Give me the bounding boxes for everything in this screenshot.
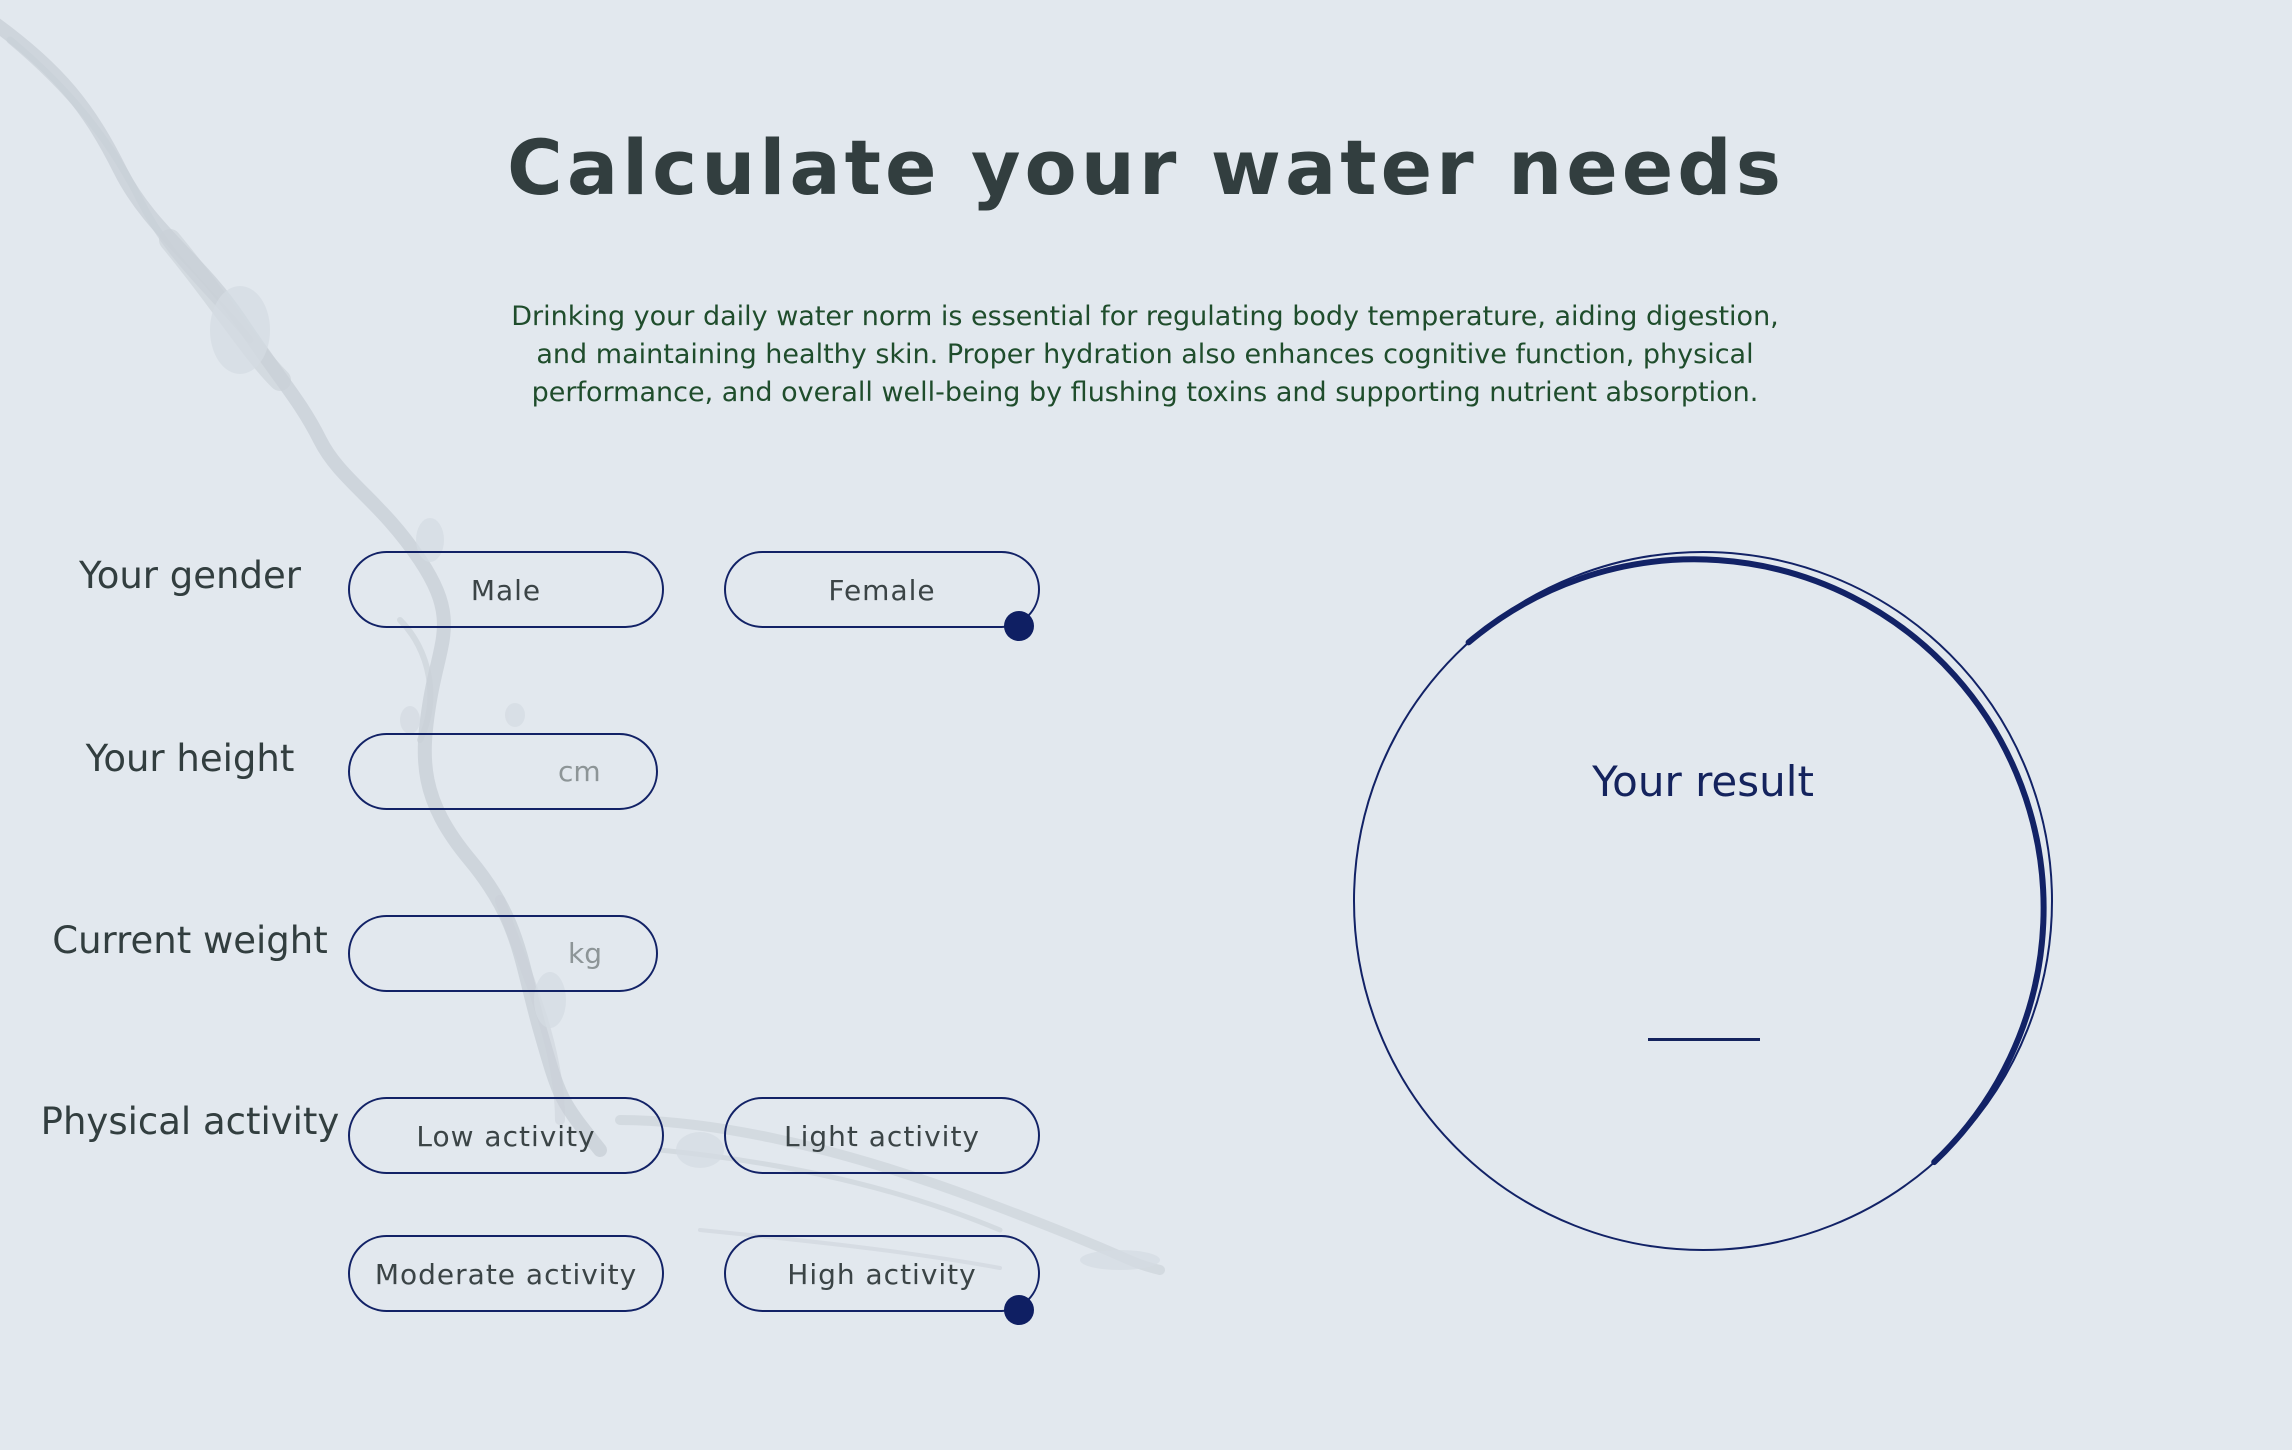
page-title: Calculate your water needs [507, 123, 1785, 212]
activity-light-label: Light activity [784, 1120, 980, 1153]
activity-light-button[interactable]: Light activity [724, 1097, 1040, 1174]
activity-low-label: Low activity [416, 1120, 596, 1153]
gender-female-label: Female [828, 574, 936, 607]
height-input[interactable] [374, 749, 548, 796]
height-unit: cm [558, 755, 601, 788]
height-field[interactable]: cm [348, 733, 658, 810]
weight-field[interactable]: kg [348, 915, 658, 992]
height-label: Your height [85, 737, 295, 780]
result-value [1648, 988, 1760, 1041]
activity-high-button[interactable]: High activity [724, 1235, 1040, 1325]
activity-moderate-button[interactable]: Moderate activity [348, 1235, 664, 1312]
intro-text: Drinking your daily water norm is essent… [511, 301, 1779, 408]
result-title: Your result [1592, 757, 1814, 806]
activity-moderate-label: Moderate activity [374, 1258, 638, 1291]
activity-low-button[interactable]: Low activity [348, 1097, 664, 1174]
result-ring [1353, 551, 2053, 1251]
weight-input[interactable] [374, 931, 548, 978]
weight-unit: kg [568, 937, 602, 970]
selected-indicator-icon [1004, 1295, 1034, 1325]
gender-male-label: Male [470, 574, 542, 607]
activity-label: Physical activity [40, 1100, 340, 1143]
selected-indicator-icon [1004, 611, 1034, 641]
gender-label: Your gender [79, 554, 301, 597]
weight-label: Current weight [52, 919, 328, 962]
activity-high-label: High activity [787, 1258, 977, 1291]
gender-male-button[interactable]: Male [348, 551, 664, 628]
gender-female-button[interactable]: Female [724, 551, 1040, 641]
